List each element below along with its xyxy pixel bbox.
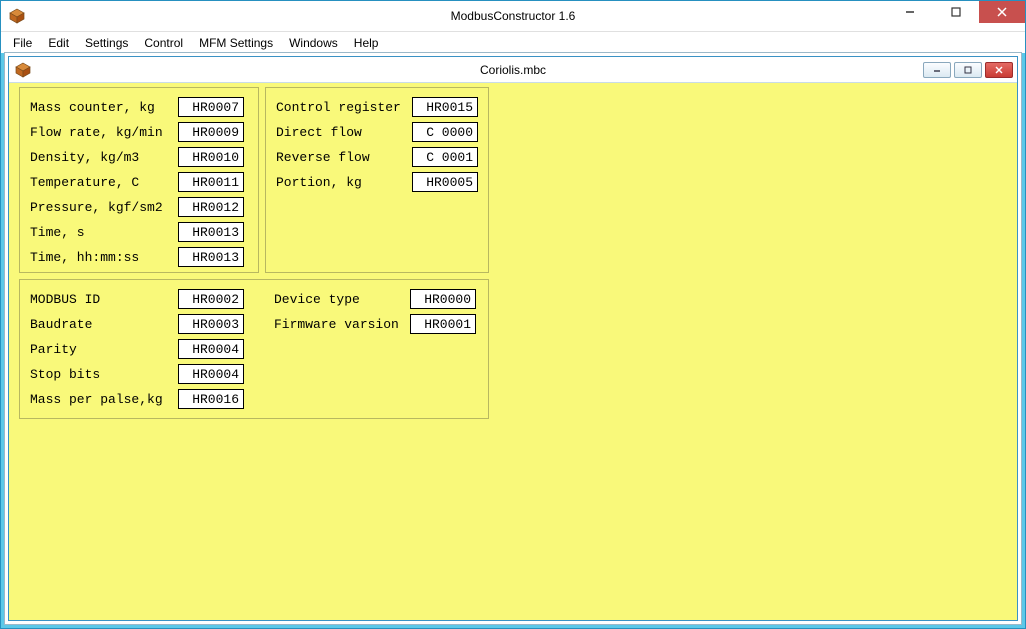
menu-file[interactable]: File: [5, 34, 40, 52]
label-time-s: Time, s: [30, 225, 178, 240]
minimize-button[interactable]: [887, 1, 933, 23]
menu-settings[interactable]: Settings: [77, 34, 136, 52]
panel-control: Control register Direct flow Reverse flo…: [265, 87, 489, 273]
field-time-s[interactable]: [178, 222, 244, 242]
field-mass-per-pulse[interactable]: [178, 389, 244, 409]
menu-control[interactable]: Control: [136, 34, 191, 52]
label-flow-rate: Flow rate, kg/min: [30, 125, 178, 140]
main-titlebar: ModbusConstructor 1.6: [1, 1, 1025, 31]
label-direct-flow: Direct flow: [276, 125, 412, 140]
label-portion: Portion, kg: [276, 175, 412, 190]
mdi-icon: [15, 62, 31, 78]
label-stop-bits: Stop bits: [30, 367, 178, 382]
field-flow-rate[interactable]: [178, 122, 244, 142]
label-density: Density, kg/m3: [30, 150, 178, 165]
field-device-type[interactable]: [410, 289, 476, 309]
close-button[interactable]: [979, 1, 1025, 23]
field-temperature[interactable]: [178, 172, 244, 192]
mdi-title: Coriolis.mbc: [9, 63, 1017, 77]
field-reverse-flow[interactable]: [412, 147, 478, 167]
field-firmware-version[interactable]: [410, 314, 476, 334]
field-pressure[interactable]: [178, 197, 244, 217]
mdi-maximize-button[interactable]: [954, 62, 982, 78]
field-mass-counter[interactable]: [178, 97, 244, 117]
field-time-hms[interactable]: [178, 247, 244, 267]
label-temperature: Temperature, C: [30, 175, 178, 190]
maximize-button[interactable]: [933, 1, 979, 23]
field-control-register[interactable]: [412, 97, 478, 117]
menu-help[interactable]: Help: [346, 34, 387, 52]
label-device-type: Device type: [274, 292, 410, 307]
label-mass-per-pulse: Mass per palse,kg: [30, 392, 178, 407]
label-pressure: Pressure, kgf/sm2: [30, 200, 178, 215]
label-reverse-flow: Reverse flow: [276, 150, 412, 165]
mdi-titlebar[interactable]: Coriolis.mbc: [9, 57, 1017, 83]
label-firmware-version: Firmware varsion: [274, 317, 410, 332]
field-baudrate[interactable]: [178, 314, 244, 334]
menu-edit[interactable]: Edit: [40, 34, 77, 52]
mdi-window-controls: [923, 62, 1017, 78]
field-direct-flow[interactable]: [412, 122, 478, 142]
mdi-close-button[interactable]: [985, 62, 1013, 78]
menu-windows[interactable]: Windows: [281, 34, 346, 52]
mdi-child-window[interactable]: Coriolis.mbc Mass counter, kg Flow rate,…: [8, 56, 1018, 621]
label-modbus-id: MODBUS ID: [30, 292, 178, 307]
panel-device: MODBUS ID Baudrate Parity Stop bits Mass…: [19, 279, 489, 419]
label-baudrate: Baudrate: [30, 317, 178, 332]
label-mass-counter: Mass counter, kg: [30, 100, 178, 115]
app-title: ModbusConstructor 1.6: [1, 9, 1025, 23]
field-stop-bits[interactable]: [178, 364, 244, 384]
field-portion[interactable]: [412, 172, 478, 192]
label-time-hms: Time, hh:mm:ss: [30, 250, 178, 265]
panel-measurements: Mass counter, kg Flow rate, kg/min Densi…: [19, 87, 259, 273]
label-parity: Parity: [30, 342, 178, 357]
field-modbus-id[interactable]: [178, 289, 244, 309]
mdi-minimize-button[interactable]: [923, 62, 951, 78]
mdi-client-area: Coriolis.mbc Mass counter, kg Flow rate,…: [4, 52, 1022, 625]
field-parity[interactable]: [178, 339, 244, 359]
menu-bar: File Edit Settings Control MFM Settings …: [1, 31, 1025, 53]
field-density[interactable]: [178, 147, 244, 167]
app-icon: [9, 8, 25, 24]
menu-mfm-settings[interactable]: MFM Settings: [191, 34, 281, 52]
label-control-register: Control register: [276, 100, 412, 115]
window-controls: [887, 1, 1025, 31]
form-canvas[interactable]: Mass counter, kg Flow rate, kg/min Densi…: [9, 83, 1017, 620]
